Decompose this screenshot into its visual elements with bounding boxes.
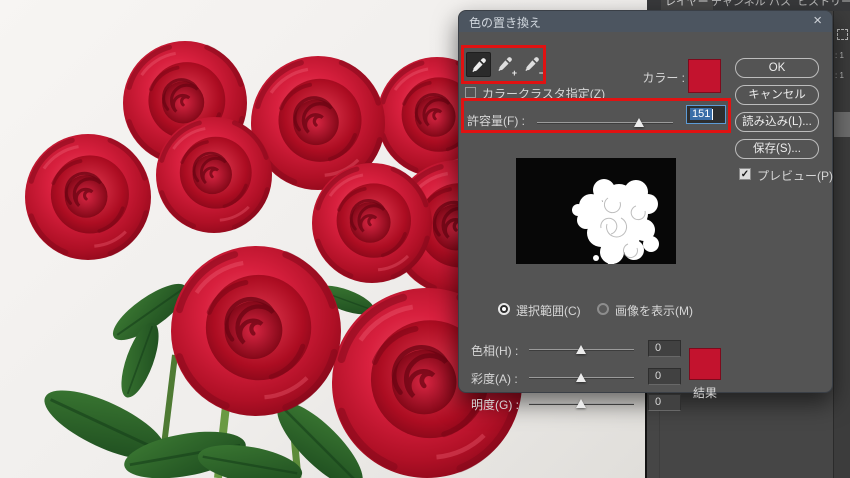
save-button[interactable]: 保存(S)... <box>735 139 819 159</box>
dialog-body: + − カラー : カラークラスタ指定(Z) 許容量(F) : 151 <box>459 32 832 392</box>
eyedropper-icon <box>471 57 487 73</box>
lightness-value: 0 <box>655 396 661 408</box>
fuzziness-label: 許容量(F) : <box>467 112 525 129</box>
eyedropper-plus-button[interactable]: + <box>493 52 518 77</box>
strip-value: : 1 <box>835 51 844 60</box>
selection-preview-thumbnail[interactable] <box>516 158 676 264</box>
dialog-title: 色の置き換え <box>469 14 541 31</box>
lightness-label: 明度(G) : <box>471 396 519 413</box>
radio-image[interactable] <box>597 303 609 315</box>
tab-layers[interactable]: レイヤー <box>661 0 713 10</box>
eyedropper-button[interactable] <box>466 52 491 77</box>
hue-label: 色相(H) : <box>471 342 518 359</box>
saturation-label: 彩度(A) : <box>471 370 518 387</box>
plus-modifier: + <box>512 68 517 78</box>
dialog-titlebar[interactable]: 色の置き換え × <box>459 11 832 32</box>
text-caret <box>712 109 713 120</box>
radio-image-label: 画像を表示(M) <box>615 302 693 319</box>
fuzziness-slider-thumb[interactable] <box>634 118 644 127</box>
radio-selection-label: 選択範囲(C) <box>516 302 581 319</box>
result-label: 結果 <box>689 384 721 401</box>
hue-input[interactable]: 0 <box>648 340 681 357</box>
color-swatch[interactable] <box>688 59 721 93</box>
ok-button[interactable]: OK <box>735 58 819 78</box>
hue-slider-thumb[interactable] <box>576 345 586 354</box>
photoshop-workspace: レイヤー チャンネル パス ヒストリー : 1 : 1 色の置き換え × <box>0 0 850 478</box>
minus-modifier: − <box>539 68 544 78</box>
fuzziness-input[interactable]: 151 <box>686 105 726 124</box>
tab-history[interactable]: ヒストリー <box>797 0 850 10</box>
color-cluster-checkbox[interactable] <box>465 87 476 98</box>
preview-label: プレビュー(P) <box>757 167 833 184</box>
color-label: カラー : <box>609 69 685 86</box>
fuzziness-value: 151 <box>690 108 712 120</box>
tab-paths[interactable]: パス <box>769 0 791 10</box>
replace-color-dialog: 色の置き換え × + <box>458 10 833 393</box>
saturation-slider-thumb[interactable] <box>576 373 586 382</box>
tab-channels[interactable]: チャンネル <box>711 0 766 10</box>
eyedropper-plus-icon <box>497 56 513 72</box>
eyedropper-minus-icon <box>524 56 540 72</box>
saturation-input[interactable]: 0 <box>648 368 681 385</box>
radio-selection[interactable] <box>498 303 510 315</box>
lightness-input[interactable]: 0 <box>648 394 681 411</box>
color-cluster-label: カラークラスタ指定(Z) <box>482 85 605 102</box>
fuzziness-slider-track[interactable] <box>537 122 673 124</box>
eyedropper-minus-button[interactable]: − <box>520 52 545 77</box>
preview-checkbox[interactable]: ✓ <box>739 168 751 180</box>
selection-mask <box>516 158 676 264</box>
side-tool-strip: : 1 : 1 <box>833 11 850 478</box>
close-icon[interactable]: × <box>813 12 822 29</box>
strip-value: : 1 <box>835 71 844 80</box>
result-swatch <box>689 348 721 380</box>
strip-button[interactable] <box>834 112 850 137</box>
lightness-slider-thumb[interactable] <box>576 399 586 408</box>
marquee-icon[interactable] <box>837 29 848 40</box>
hue-value: 0 <box>655 342 661 354</box>
saturation-value: 0 <box>655 370 661 382</box>
cancel-button[interactable]: キャンセル <box>735 85 819 105</box>
load-button[interactable]: 読み込み(L)... <box>735 112 819 132</box>
